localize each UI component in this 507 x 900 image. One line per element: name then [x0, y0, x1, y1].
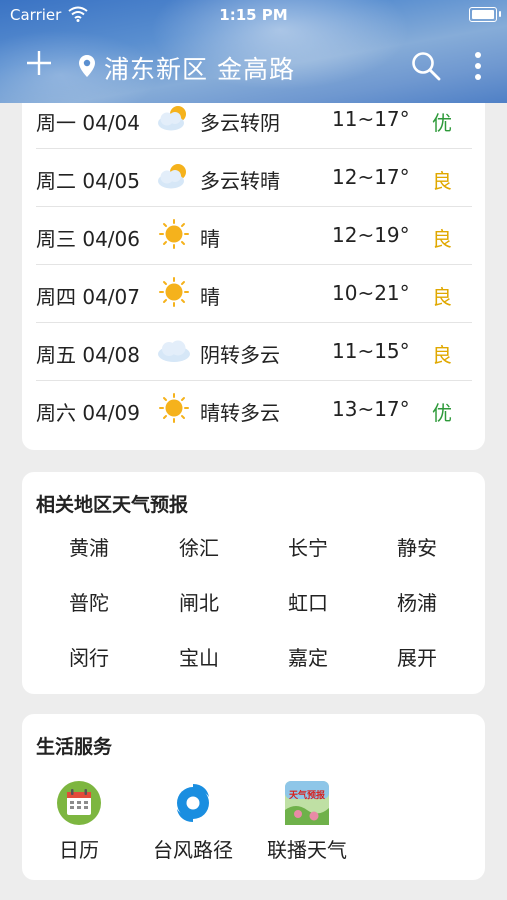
life-services-card: 生活服务 日历 台风路径 天气预报 联播天气 [22, 714, 485, 880]
app-header: Carrier 1:15 PM 浦东新区 金高路 [0, 0, 507, 103]
battery-icon [469, 7, 501, 22]
region-link[interactable]: 杨浦 [367, 587, 467, 616]
region-link[interactable]: 徐汇 [149, 532, 249, 561]
location-title[interactable]: 浦东新区 金高路 [104, 50, 295, 86]
typhoon-icon [177, 784, 209, 822]
forecast-condition: 晴 [200, 227, 220, 251]
region-link[interactable]: 黄浦 [39, 532, 139, 561]
weather-broadcast-icon-text: 天气预报 [289, 789, 325, 801]
nav-bar: 浦东新区 金高路 [0, 40, 507, 95]
typhoon-service[interactable]: 台风路径 [133, 780, 253, 863]
cloudy-sun-icon [158, 106, 186, 131]
region-link[interactable]: 闵行 [39, 642, 139, 671]
forecast-date: 周三 04/06 [36, 227, 140, 251]
life-services-title: 生活服务 [36, 736, 113, 758]
weather-broadcast-service-label: 联播天气 [267, 838, 347, 862]
related-regions-title: 相关地区天气预报 [36, 494, 189, 516]
more-options-icon[interactable] [468, 48, 488, 84]
typhoon-service-label: 台风路径 [153, 838, 233, 862]
forecast-condition: 多云转阴 [200, 111, 280, 135]
aqi-badge: 良 [432, 285, 452, 309]
forecast-temp: 12~19° [332, 223, 410, 247]
region-link[interactable]: 静安 [367, 532, 467, 561]
forecast-condition: 多云转晴 [200, 169, 280, 193]
weather-broadcast-service[interactable]: 天气预报 联播天气 [247, 780, 367, 863]
related-regions-card: 相关地区天气预报 黄浦 徐汇 长宁 静安 普陀 闸北 虹口 杨浦 闵行 宝山 嘉… [22, 472, 485, 694]
sun-icon [159, 277, 189, 307]
aqi-badge: 优 [432, 401, 452, 425]
forecast-temp: 13~17° [332, 397, 410, 421]
calendar-service[interactable]: 日历 [19, 780, 139, 863]
region-link[interactable]: 普陀 [39, 587, 139, 616]
weather-broadcast-icon: 天气预报 [285, 781, 329, 825]
forecast-temp: 11~17° [332, 107, 410, 131]
search-icon[interactable] [410, 50, 442, 82]
cloud-icon [158, 340, 190, 362]
forecast-date: 周二 04/05 [36, 169, 140, 193]
region-link[interactable]: 虹口 [258, 587, 358, 616]
forecast-temp: 10~21° [332, 281, 410, 305]
aqi-badge: 优 [432, 111, 452, 135]
forecast-date: 周六 04/09 [36, 401, 140, 425]
forecast-date: 周一 04/04 [36, 111, 140, 135]
aqi-badge: 良 [432, 169, 452, 193]
forecast-condition: 晴 [200, 285, 220, 309]
region-link[interactable]: 闸北 [149, 587, 249, 616]
forecast-row[interactable]: 周二 04/05 多云转晴 12~17° 良 [36, 149, 472, 207]
forecast-condition: 阴转多云 [200, 343, 280, 367]
forecast-row[interactable]: 周六 04/09 晴转多云 13~17° 优 [36, 381, 472, 438]
forecast-row[interactable]: 周四 04/07 晴 10~21° 良 [36, 265, 472, 323]
cloudy-sun-icon [158, 164, 186, 189]
sun-icon [159, 219, 189, 249]
forecast-date: 周五 04/08 [36, 343, 140, 367]
forecast-card: 周一 04/04 多云转阴 11~17° 优 周二 04/05 多云转晴 12~… [22, 84, 485, 450]
forecast-temp: 12~17° [332, 165, 410, 189]
status-bar: Carrier 1:15 PM [0, 0, 507, 30]
add-city-icon[interactable] [24, 48, 54, 78]
calendar-service-label: 日历 [59, 838, 99, 862]
aqi-badge: 良 [432, 343, 452, 367]
aqi-badge: 良 [432, 227, 452, 251]
region-link[interactable]: 长宁 [258, 532, 358, 561]
clock: 1:15 PM [219, 6, 288, 24]
calendar-icon [57, 781, 101, 825]
expand-regions-button[interactable]: 展开 [367, 642, 467, 671]
forecast-temp: 11~15° [332, 339, 410, 363]
forecast-date: 周四 04/07 [36, 285, 140, 309]
forecast-condition: 晴转多云 [200, 401, 280, 425]
region-link[interactable]: 宝山 [149, 642, 249, 671]
sun-icon [159, 393, 189, 423]
forecast-row[interactable]: 周五 04/08 阴转多云 11~15° 良 [36, 323, 472, 381]
location-pin-icon [79, 55, 95, 77]
region-link[interactable]: 嘉定 [258, 642, 358, 671]
forecast-row[interactable]: 周三 04/06 晴 12~19° 良 [36, 207, 472, 265]
